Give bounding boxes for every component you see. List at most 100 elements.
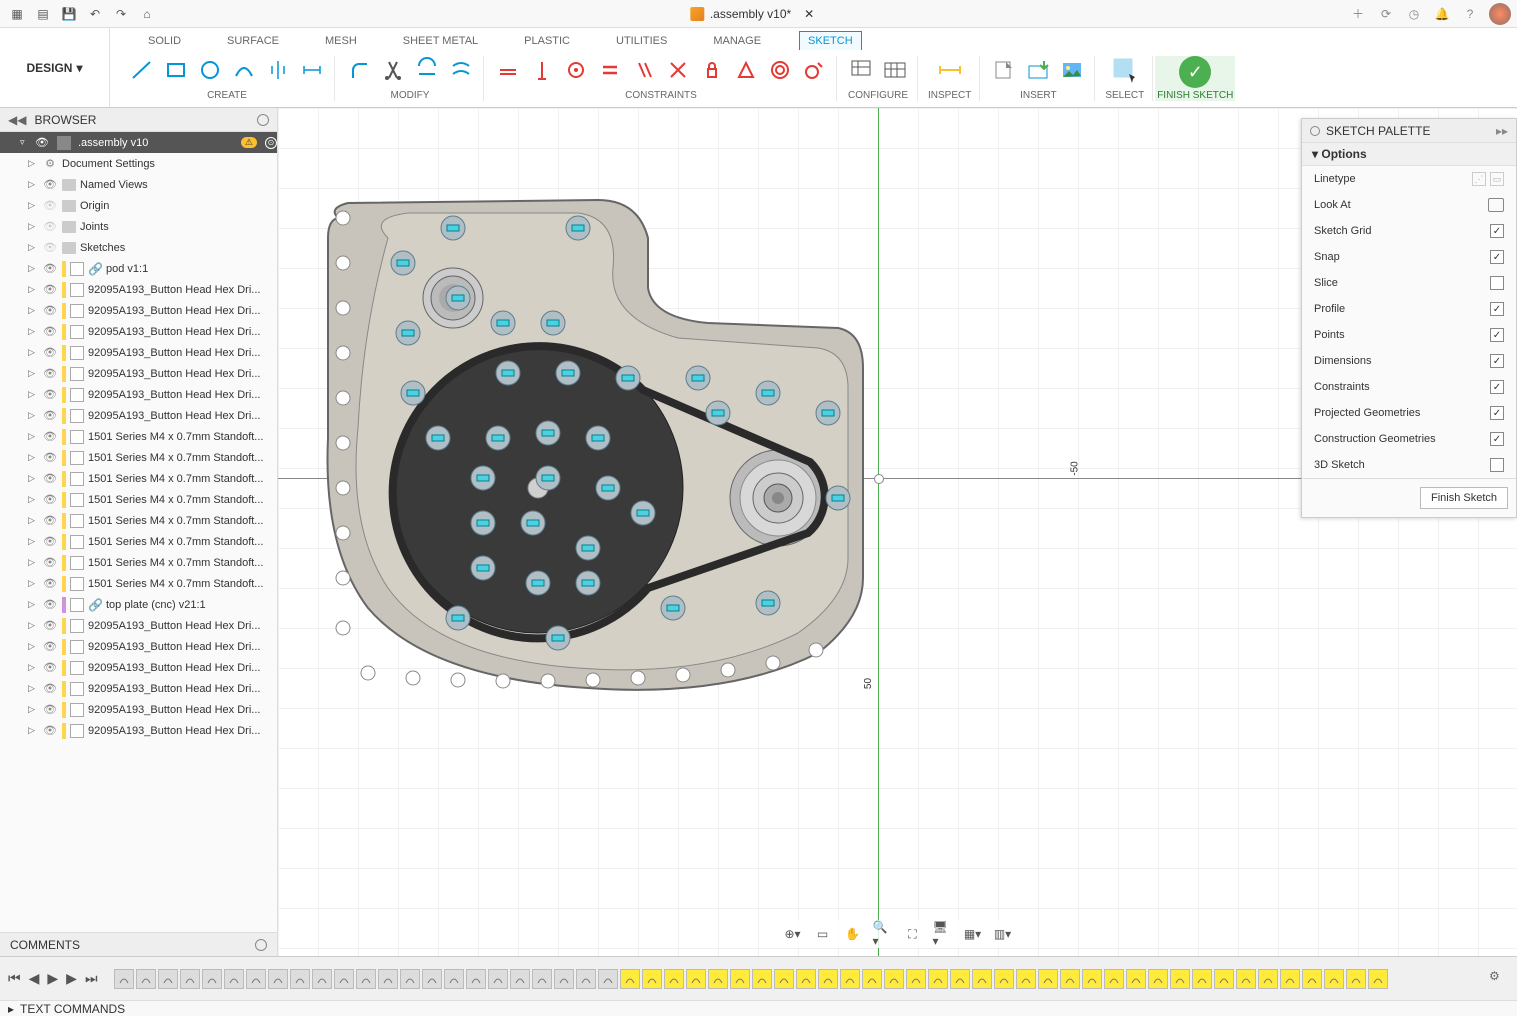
visibility-icon[interactable]: 👁 [42,619,58,633]
tree-row[interactable]: ▷👁92095A193_Button Head Hex Dri... [0,321,277,342]
coincident-constraint-icon[interactable] [562,56,590,84]
configure-label[interactable]: CONFIGURE [848,90,908,101]
timeline-feature[interactable] [510,969,530,989]
checkbox[interactable] [1490,250,1504,264]
trim-tool-icon[interactable] [379,56,407,84]
visibility-icon[interactable]: 👁 [42,283,58,297]
timeline-feature[interactable] [862,969,882,989]
browser-options-icon[interactable] [257,114,269,126]
component-box-icon[interactable] [70,325,84,339]
ribbon-tab-surface[interactable]: SURFACE [219,32,287,50]
parallel-constraint-icon[interactable] [630,56,658,84]
create-label[interactable]: CREATE [207,90,247,101]
expand-icon[interactable]: ▷ [28,326,38,337]
collapse-browser-icon[interactable]: ◀◀ [8,113,26,127]
component-box-icon[interactable] [70,346,84,360]
extend-tool-icon[interactable] [413,56,441,84]
palette-header[interactable]: SKETCH PALETTE ▸▸ [1302,119,1516,143]
visibility-icon[interactable]: 👁 [42,388,58,402]
expand-tc-icon[interactable]: ▸ [8,1002,14,1016]
timeline-feature[interactable] [664,969,684,989]
arc-tool-icon[interactable] [230,56,258,84]
visibility-icon[interactable]: 👁 [42,535,58,549]
timeline-feature[interactable] [1126,969,1146,989]
expand-icon[interactable]: ▷ [28,347,38,358]
undo-icon[interactable]: ↶ [84,3,106,25]
expand-icon[interactable]: ▷ [28,683,38,694]
visibility-icon[interactable]: 👁 [34,136,50,150]
visibility-icon[interactable]: 👁 [42,409,58,423]
visibility-icon[interactable]: 👁 [42,220,58,234]
expand-icon[interactable]: ▷ [28,368,38,379]
timeline-feature[interactable] [334,969,354,989]
tree-row[interactable]: ▷👁1501 Series M4 x 0.7mm Standoft... [0,468,277,489]
timeline-feature[interactable] [1082,969,1102,989]
fillet-tool-icon[interactable] [345,56,373,84]
expand-icon[interactable]: ▿ [20,137,30,148]
timeline-feature[interactable] [906,969,926,989]
pan-icon[interactable]: ✋ [843,924,863,944]
component-box-icon[interactable] [70,388,84,402]
tree-row[interactable]: ▷👁92095A193_Button Head Hex Dri... [0,405,277,426]
orbit-icon[interactable]: ⊕▾ [783,924,803,944]
expand-icon[interactable]: ▷ [28,662,38,673]
component-box-icon[interactable] [70,493,84,507]
viewport-icon[interactable]: ▥▾ [993,924,1013,944]
line-tool-icon[interactable] [128,56,156,84]
tree-row[interactable]: ▷👁Named Views [0,174,277,195]
mirror-tool-icon[interactable] [264,56,292,84]
component-box-icon[interactable] [70,724,84,738]
palette-expand-icon[interactable]: ▸▸ [1496,124,1508,138]
expand-icon[interactable]: ▷ [28,179,38,190]
notifications-icon[interactable]: 🔔 [1433,5,1451,23]
new-tab-icon[interactable]: ＋ [1349,5,1367,23]
timeline-feature[interactable] [1302,969,1322,989]
timeline-feature[interactable] [400,969,420,989]
timeline-feature[interactable] [1258,969,1278,989]
visibility-icon[interactable]: 👁 [42,598,58,612]
expand-icon[interactable]: ▷ [28,221,38,232]
tree-row[interactable]: ▷⚙Document Settings [0,153,277,174]
expand-icon[interactable]: ▷ [28,305,38,316]
component-box-icon[interactable] [70,535,84,549]
tree-row[interactable]: ▷👁1501 Series M4 x 0.7mm Standoft... [0,426,277,447]
tree-row[interactable]: ▷👁92095A193_Button Head Hex Dri... [0,342,277,363]
tree-row[interactable]: ▷👁Sketches [0,237,277,258]
tree-row[interactable]: ▷👁92095A193_Button Head Hex Dri... [0,300,277,321]
visibility-icon[interactable]: 👁 [42,430,58,444]
visibility-icon[interactable]: 👁 [42,703,58,717]
timeline-feature[interactable] [1214,969,1234,989]
grid-display-icon[interactable]: ▦▾ [963,924,983,944]
visibility-icon[interactable]: 👁 [42,682,58,696]
tree-row[interactable]: ▷👁1501 Series M4 x 0.7mm Standoft... [0,573,277,594]
tl-end-icon[interactable]: ⏭ [85,970,98,987]
expand-icon[interactable]: ▷ [28,473,38,484]
timeline-feature[interactable] [1280,969,1300,989]
expand-icon[interactable]: ▷ [28,410,38,421]
tree-row[interactable]: ▷👁92095A193_Button Head Hex Dri... [0,657,277,678]
ribbon-tab-sheet metal[interactable]: SHEET METAL [395,32,486,50]
timeline-feature[interactable] [620,969,640,989]
visibility-icon[interactable]: 👁 [42,325,58,339]
component-box-icon[interactable] [70,430,84,444]
visibility-icon[interactable]: 👁 [42,472,58,486]
timeline-feature[interactable] [972,969,992,989]
timeline-feature[interactable] [114,969,134,989]
ribbon-tab-plastic[interactable]: PLASTIC [516,32,578,50]
checkbox[interactable] [1490,328,1504,342]
app-grid-icon[interactable]: ▦ [6,3,28,25]
ribbon-tab-manage[interactable]: MANAGE [705,32,769,50]
vertical-constraint-icon[interactable] [528,56,556,84]
tree-root[interactable]: ▿ 👁 .assembly v10 ⚠ ⊙ [0,132,277,153]
expand-icon[interactable]: ▷ [28,536,38,547]
workspace-switcher[interactable]: DESIGN▾ [0,28,110,107]
visibility-icon[interactable]: 👁 [42,241,58,255]
concentric-constraint-icon[interactable] [766,56,794,84]
timeline-feature[interactable] [884,969,904,989]
expand-icon[interactable]: ▷ [28,158,38,169]
visibility-icon[interactable]: 👁 [42,304,58,318]
tree-row[interactable]: ▷👁92095A193_Button Head Hex Dri... [0,384,277,405]
expand-icon[interactable]: ▷ [28,284,38,295]
expand-icon[interactable]: ▷ [28,263,38,274]
visibility-icon[interactable]: 👁 [42,199,58,213]
